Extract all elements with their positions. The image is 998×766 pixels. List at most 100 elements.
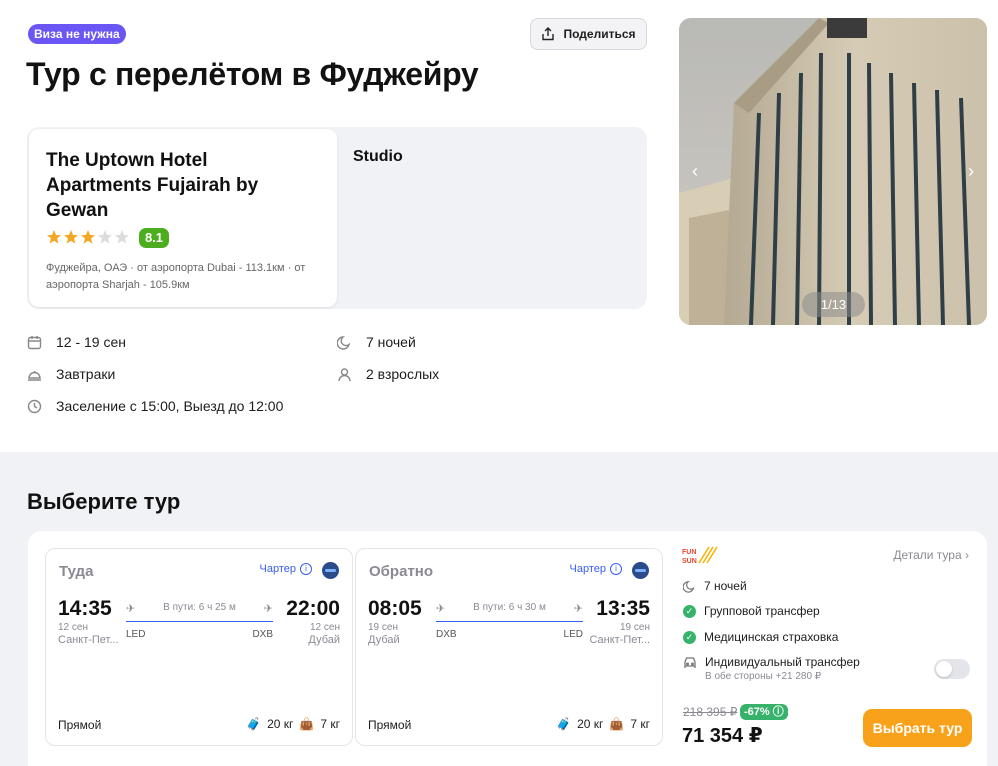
hotel-photo-gallery[interactable]: ‹ › 1/13 [679,18,987,325]
flight-duration: В пути: 6 ч 30 м [473,602,546,613]
hand-luggage-weight: 7 кг [320,717,340,731]
star-empty-icon [98,230,112,244]
landing-icon: ✈ [263,603,273,615]
old-price: 218 395 ₽ [683,705,738,719]
flight-route: ✈ В пути: 6 ч 30 м ✈ DXB LED [436,601,583,641]
hotel-building-photo [679,18,987,325]
fact-meals-label: Завтраки [56,366,116,382]
flight-type: Прямой [58,718,102,732]
route-line [126,621,273,622]
star-filled-icon [64,230,78,244]
clock-icon [27,399,42,413]
departure-time: 14:35 [58,597,112,620]
baggage-info: 🧳 20 кг 👜 7 кг [556,717,650,731]
suitcase-icon: 🧳 [246,717,262,731]
fact-guests-label: 2 взрослых [366,366,440,382]
flight-type: Прямой [368,718,412,732]
chevron-right-icon[interactable]: › [963,161,979,181]
arrival-airport-code: LED [563,629,583,640]
info-icon: ⓘ [772,706,784,718]
airline-logo [632,562,649,579]
check-icon: ✓ [683,630,696,644]
departure-airport-code: LED [126,629,146,640]
calendar-icon [27,335,42,349]
tour-selection-section: Выберите тур Туда Чартер i 14:35 12 сен С… [0,452,998,766]
arrival-date: 19 сен [620,622,650,633]
baggage-weight: 20 кг [577,717,604,731]
tour-operator-logo: FUN SUN [682,546,718,564]
arrival-city: Дубай [308,634,340,646]
star-filled-icon [81,230,95,244]
fact-meals: Завтраки [27,366,115,382]
offer-insurance: ✓ Медицинская страховка [683,630,838,644]
visa-badge: Виза не нужна [28,24,126,44]
arrival-city: Санкт-Пет... [589,634,650,646]
gallery-counter: 1/13 [802,292,865,317]
charter-text: Чартер [259,563,296,575]
hand-luggage-weight: 7 кг [630,717,650,731]
charter-label[interactable]: Чартер i [570,563,622,575]
svg-text:SUN: SUN [682,558,697,564]
airline-logo [322,562,339,579]
hotel-stars [46,229,130,245]
flight-duration: В пути: 6 ч 25 м [163,602,236,613]
flight-route: ✈ В пути: 6 ч 25 м ✈ LED DXB [126,601,273,641]
car-icon [684,656,696,668]
flight-direction: Туда [59,563,94,580]
departure-date: 19 сен [368,622,398,633]
food-cloche-icon [28,370,41,381]
departure-airport-code: DXB [436,629,457,640]
share-icon [542,27,555,41]
page-title: Тур с перелётом в Фуджейру [26,56,479,92]
offer-nights: 7 ночей [683,579,747,593]
fact-dates: 12 - 19 сен [27,334,126,350]
baggage-weight: 20 кг [267,717,294,731]
chevron-right-icon: › [965,548,969,562]
hotel-location: Фуджейра, ОАЭ · от аэропорта Dubai - 113… [46,262,306,291]
flight-direction: Обратно [369,563,434,580]
departure-city: Санкт-Пет... [58,634,119,646]
landing-icon: ✈ [573,603,583,615]
fact-guests: 2 взрослых [337,366,439,382]
charter-label[interactable]: Чартер i [260,563,312,575]
baggage-info: 🧳 20 кг 👜 7 кг [246,717,340,731]
tour-offer-card: Туда Чартер i 14:35 12 сен Санкт-Пет... ✈… [28,531,987,766]
arrival-time: 13:35 [596,597,650,620]
fact-nights-label: 7 ночей [366,334,416,350]
flight-inbound[interactable]: Обратно Чартер i 08:05 19 сен Дубай ✈ В п… [355,548,663,746]
hand-bag-icon: 👜 [609,717,625,731]
tour-details-link[interactable]: Детали тура › [893,548,969,562]
fact-dates-label: 12 - 19 сен [56,334,126,350]
offer-individual-transfer: Индивидуальный трансфер [683,655,860,669]
svg-text:FUN: FUN [682,549,696,556]
offer-nights-label: 7 ночей [704,579,747,593]
person-icon [338,367,351,381]
section-title: Выберите тур [27,489,181,514]
discount-badge[interactable]: -67% ⓘ [740,704,788,720]
arrival-time: 22:00 [286,597,340,620]
flight-outbound[interactable]: Туда Чартер i 14:35 12 сен Санкт-Пет... ✈… [45,548,353,746]
departure-date: 12 сен [58,622,88,633]
individual-transfer-toggle[interactable] [934,659,970,679]
tour-details-label: Детали тура [893,548,962,562]
arrival-airport-code: DXB [252,629,273,640]
select-tour-button[interactable]: Выбрать тур [863,709,972,747]
hand-bag-icon: 👜 [299,717,315,731]
share-button[interactable]: Поделиться [530,18,647,50]
check-icon: ✓ [683,604,696,618]
current-price: 71 354 ₽ [682,725,763,747]
chevron-left-icon[interactable]: ‹ [687,161,703,181]
info-icon[interactable]: i [300,563,312,575]
fact-checkin-label: Заселение с 15:00, Выезд до 12:00 [56,398,284,414]
departure-time: 08:05 [368,597,422,620]
offer-group-transfer: ✓ Групповой трансфер [683,604,820,618]
hotel-name[interactable]: The Uptown Hotel Apartments Fujairah by … [46,148,316,223]
info-icon[interactable]: i [610,563,622,575]
star-empty-icon [115,230,129,244]
individual-transfer-label: Индивидуальный трансфер [705,655,860,669]
fact-checkin: Заселение с 15:00, Выезд до 12:00 [27,398,283,414]
individual-transfer-price: В обе стороны +21 280 ₽ [705,671,822,682]
room-type: Studio [353,148,403,165]
tour-facts: 12 - 19 сен 7 ночей Завтраки 2 взрослых … [27,334,647,424]
hotel-card[interactable]: The Uptown Hotel Apartments Fujairah by … [29,129,337,307]
